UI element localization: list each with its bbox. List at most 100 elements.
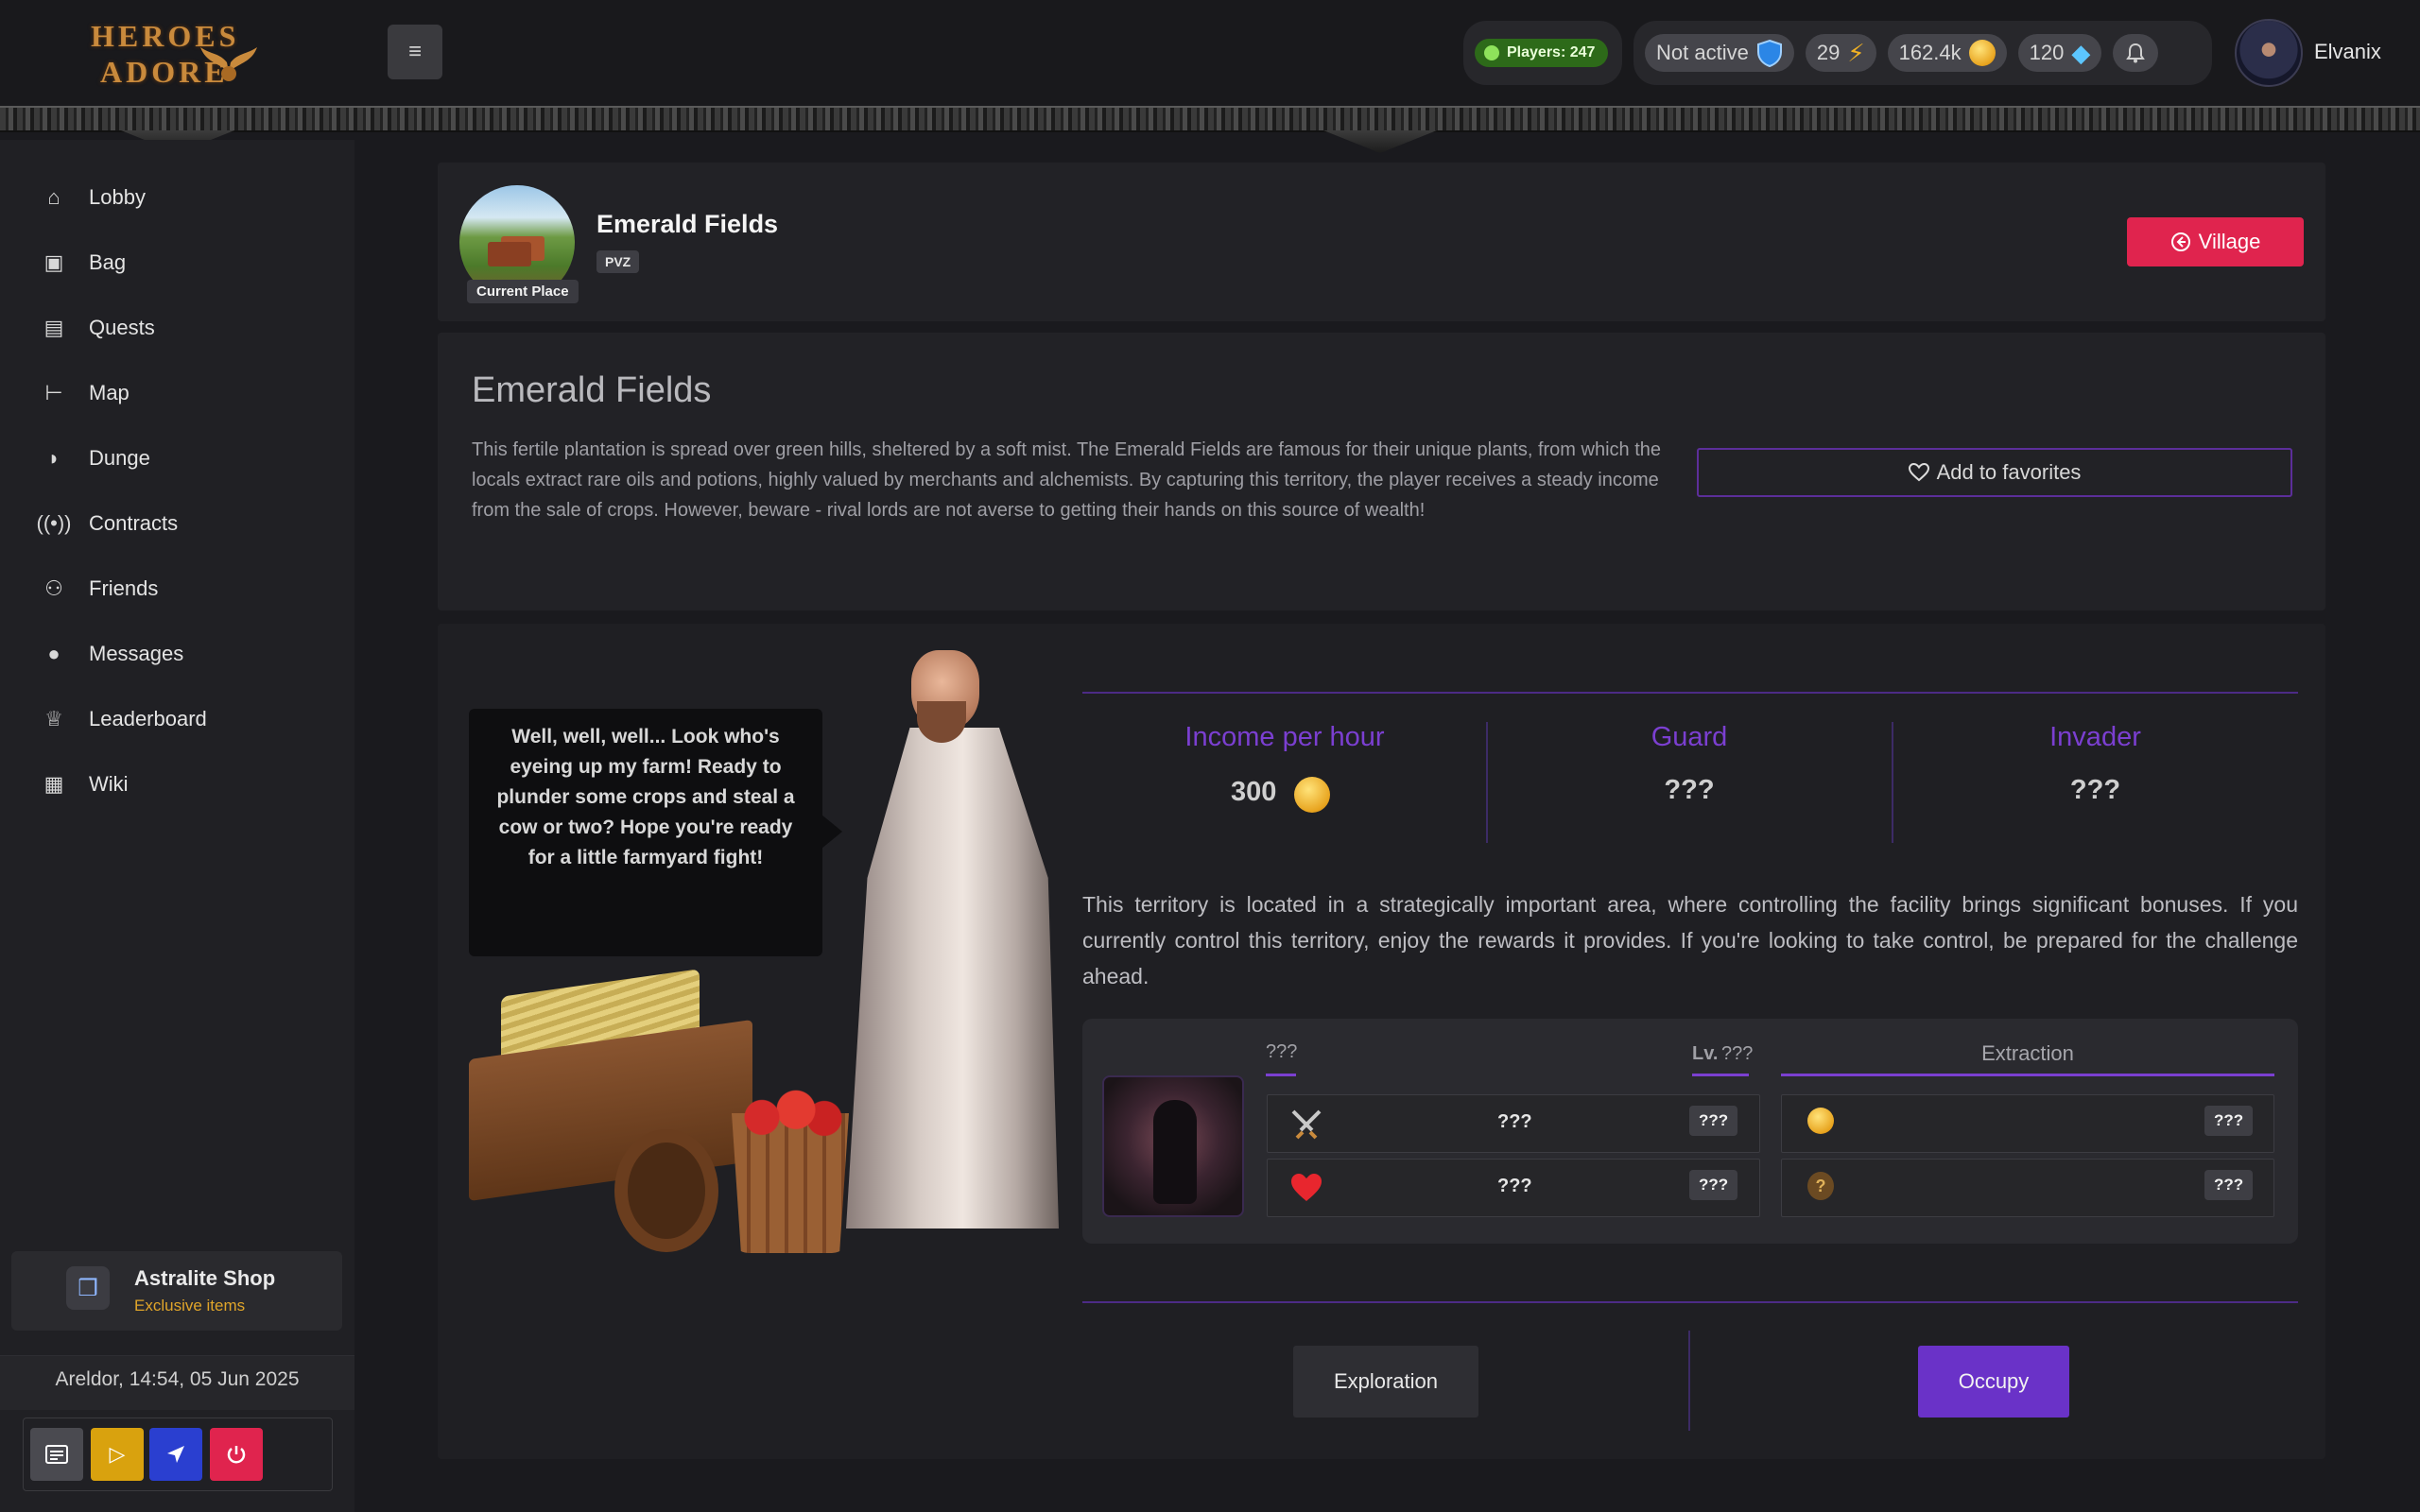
play-button[interactable]: ▷ — [91, 1428, 144, 1481]
send-icon — [167, 1446, 184, 1463]
add-to-favorites-button[interactable]: Add to favorites — [1697, 448, 2292, 497]
health-tag: ??? — [1689, 1170, 1738, 1200]
bell-icon — [2126, 43, 2146, 63]
shop-title: Astralite Shop — [134, 1266, 276, 1290]
sidebar-item-leaderboard[interactable]: ♕ Leaderboard — [42, 707, 207, 731]
gold-pill[interactable]: 162.4k — [1887, 34, 2007, 72]
resources-group: Not active 29 ⚡ 162.4k 120 ◆ — [1634, 21, 2212, 85]
book-icon: ▤ — [43, 316, 64, 339]
sidebar-item-wiki[interactable]: ▦ Wiki — [42, 772, 129, 797]
income-label: Income per hour — [1184, 722, 1385, 752]
sidebar-item-friends[interactable]: ⚇ Friends — [42, 576, 158, 601]
cart-wheel-art — [614, 1129, 718, 1252]
divider — [1082, 692, 2298, 694]
extraction-title: Extraction — [1981, 1041, 2074, 1065]
heart-icon — [1908, 463, 1929, 482]
shield-icon: ◗ — [47, 446, 60, 470]
crossed-swords-icon — [1291, 1109, 1322, 1140]
speech-tail — [821, 815, 842, 849]
top-bar: HEROES ADORE ≡ Players: 247 Not active 2… — [0, 0, 2420, 106]
invader-value: ??? — [2069, 775, 2121, 805]
energy-value: 29 — [1816, 41, 1841, 64]
income-value: 300 — [1231, 777, 1277, 807]
shop-subtitle: Exclusive items — [134, 1297, 246, 1314]
arrow-left-circle-icon — [2170, 232, 2190, 251]
attack-tag: ??? — [1689, 1106, 1738, 1136]
players-group: Players: 247 — [1463, 21, 1622, 85]
coin-icon — [1294, 777, 1330, 813]
sidebar-item-bag[interactable]: ▣ Bag — [42, 250, 127, 275]
guard-label: Guard — [1651, 722, 1728, 752]
coin-icon — [1807, 1108, 1834, 1134]
guard-value: ??? — [1664, 775, 1715, 805]
npc-speech-bubble: Well, well, well... Look who's eyeing up… — [469, 709, 822, 956]
mode-badge: PVZ — [596, 250, 640, 273]
sidebar-item-label: Leaderboard — [89, 707, 207, 730]
chat-button[interactable] — [30, 1428, 83, 1481]
sidebar-item-label: Bag — [89, 250, 127, 274]
shop-cube-icon: ❒ — [66, 1266, 110, 1310]
place-description: This fertile plantation is spread over g… — [472, 439, 1662, 521]
heart-icon — [1291, 1174, 1322, 1201]
send-button[interactable] — [149, 1428, 202, 1481]
sidebar-item-label: Quests — [89, 316, 155, 339]
level-prefix: Lv. — [1692, 1043, 1719, 1064]
sidebar-item-messages[interactable]: ● Messages — [42, 642, 183, 666]
astralite-shop-card[interactable] — [11, 1251, 342, 1331]
divider — [1688, 1331, 1690, 1431]
village-button[interactable]: Village — [2127, 217, 2304, 266]
sidebar-item-label: Lobby — [89, 185, 146, 209]
mystery-resource-icon: ? — [1807, 1172, 1834, 1200]
place-header-card — [438, 163, 2325, 321]
favorites-label: Add to favorites — [1936, 460, 2082, 484]
coin-icon — [1968, 40, 1996, 66]
broadcast-icon: ((•)) — [36, 511, 72, 535]
name-underline — [1266, 1074, 1296, 1076]
sidebar-item-dunge[interactable]: ◗ Dunge — [42, 446, 150, 471]
level-underline — [1692, 1074, 1749, 1076]
extraction-underline — [1781, 1074, 2274, 1076]
guard-level: ??? — [1721, 1043, 1754, 1064]
sidebar-item-lobby[interactable]: ⌂ Lobby — [42, 185, 146, 210]
world-clock: Areldor, 14:54, 05 Jun 2025 — [55, 1368, 300, 1390]
shield-icon — [1756, 39, 1782, 67]
home-icon: ⌂ — [47, 185, 60, 209]
game-logo[interactable]: HEROES ADORE — [87, 17, 267, 94]
extraction-unknown-row — [1781, 1159, 2274, 1217]
people-icon: ⚇ — [44, 576, 63, 600]
sidebar-item-map[interactable]: ⊢ Map — [42, 381, 129, 405]
sidebar-item-label: Dunge — [89, 446, 150, 470]
notifications-button[interactable] — [2113, 34, 2159, 72]
status-text: Not active — [1656, 41, 1749, 64]
guard-name: ??? — [1266, 1041, 1298, 1062]
sidebar-item-quests[interactable]: ▤ Quests — [42, 316, 155, 340]
crystals-pill[interactable]: 120 ◆ — [2017, 34, 2102, 72]
sidebar-item-label: Contracts — [89, 511, 179, 535]
play-icon: ▷ — [109, 1442, 126, 1466]
bag-icon: ▣ — [43, 250, 64, 274]
place-name: Emerald Fields — [596, 210, 779, 238]
user-avatar[interactable] — [2235, 19, 2303, 87]
crystals-value: 120 — [2029, 41, 2065, 64]
username[interactable]: Elvanix — [2314, 40, 2381, 64]
extraction-gold-tag: ??? — [2204, 1106, 2254, 1136]
chat-icon: ● — [47, 642, 60, 665]
menu-toggle-button[interactable]: ≡ — [388, 25, 442, 79]
invader-label: Invader — [2049, 722, 2141, 752]
status-pill[interactable]: Not active — [1645, 34, 1794, 72]
guard-portrait — [1102, 1075, 1244, 1217]
signpost-icon: ⊢ — [44, 381, 63, 404]
village-button-label: Village — [2198, 230, 2261, 253]
exploration-button[interactable]: Exploration — [1293, 1346, 1478, 1418]
extraction-gold-row — [1781, 1094, 2274, 1153]
logout-button[interactable] — [210, 1428, 263, 1481]
border-ornament — [1323, 130, 1437, 153]
sidebar-item-contracts[interactable]: ((•)) Contracts — [36, 511, 179, 536]
sidebar-item-label: Messages — [89, 642, 184, 665]
occupy-button[interactable]: Occupy — [1918, 1346, 2069, 1418]
lightning-icon: ⚡ — [1847, 38, 1865, 67]
energy-pill[interactable]: 29 ⚡ — [1805, 34, 1876, 72]
wings-icon — [200, 47, 257, 81]
power-icon — [227, 1446, 246, 1464]
extraction-unknown-tag: ??? — [2204, 1170, 2254, 1200]
